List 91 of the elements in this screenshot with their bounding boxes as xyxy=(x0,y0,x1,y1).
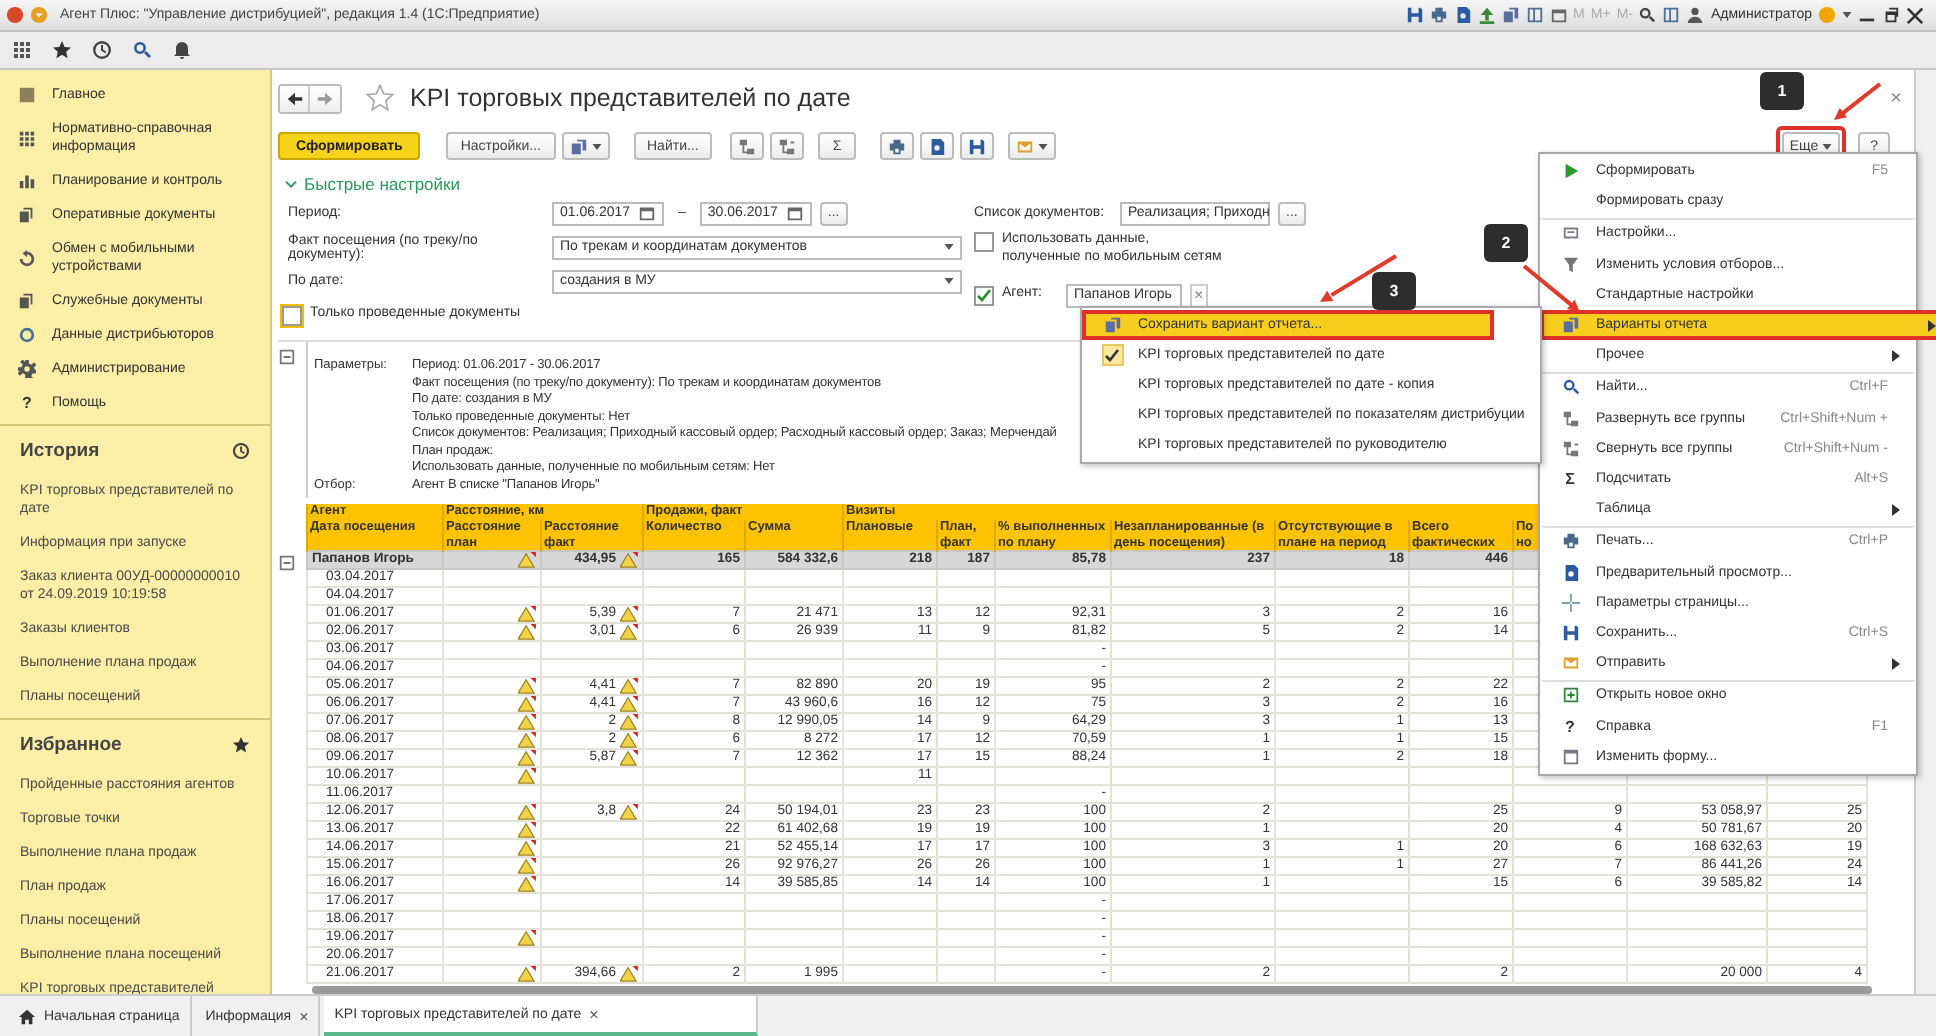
save-icon xyxy=(1561,624,1579,642)
copy-icon xyxy=(1103,316,1121,334)
caret-icon xyxy=(1842,12,1852,18)
print-icon[interactable] xyxy=(1429,6,1448,24)
chevron-icon[interactable] xyxy=(284,179,298,189)
step-badge: 2 xyxy=(1484,224,1528,262)
toolbar-dropdown-button[interactable] xyxy=(561,132,609,160)
annotation-arrow xyxy=(1522,264,1580,312)
star-icon[interactable] xyxy=(366,84,394,112)
preview-icon xyxy=(1561,564,1579,582)
sync-icon xyxy=(18,249,36,267)
section-title: История xyxy=(20,440,100,462)
checkbox[interactable] xyxy=(974,232,994,252)
section-title: Избранное xyxy=(20,734,122,756)
settings-icon xyxy=(1561,224,1579,242)
submenu-arrow-icon xyxy=(1892,349,1900,361)
copy-icon xyxy=(569,137,587,155)
step-badge: 1 xyxy=(1760,72,1804,110)
expand-groups-icon xyxy=(1561,410,1579,428)
checkbox[interactable] xyxy=(282,305,302,325)
collapse-groups-icon xyxy=(1561,440,1579,458)
history-icon[interactable] xyxy=(232,442,250,460)
star-icon[interactable] xyxy=(232,736,250,754)
preview-icon xyxy=(927,137,946,155)
save-icon xyxy=(967,137,986,155)
caret-icon xyxy=(1037,143,1048,149)
filter-icon xyxy=(1561,256,1579,274)
calendar-icon xyxy=(785,204,804,222)
history-icon[interactable] xyxy=(92,40,112,60)
panel-icon[interactable] xyxy=(1662,6,1681,24)
new-window-icon xyxy=(1561,686,1579,704)
play-icon xyxy=(1561,162,1579,180)
toolbar-button[interactable] xyxy=(879,132,914,160)
panel-icon[interactable] xyxy=(1525,6,1544,24)
toolbar-button[interactable] xyxy=(730,132,765,160)
submenu-arrow-icon xyxy=(1928,319,1936,331)
checkbox[interactable] xyxy=(974,285,994,305)
search-icon[interactable] xyxy=(132,40,152,60)
copy-icon xyxy=(1561,316,1579,334)
envelope-icon xyxy=(1015,137,1034,155)
section-title[interactable]: Быстрые настройки xyxy=(304,174,460,194)
submenu-arrow-icon xyxy=(1892,503,1900,515)
close-icon[interactable] xyxy=(1906,6,1924,24)
print-icon xyxy=(1561,532,1579,550)
calendar-icon[interactable] xyxy=(1549,6,1568,24)
calendar-icon xyxy=(638,204,656,222)
copy-icon[interactable] xyxy=(1501,6,1520,24)
upload-icon[interactable] xyxy=(1477,6,1496,24)
annotation-arrow xyxy=(1834,82,1882,120)
back-arrow-icon xyxy=(285,89,303,107)
gear-icon xyxy=(18,360,36,378)
restore-icon[interactable] xyxy=(1882,6,1900,24)
annotation-arrow xyxy=(1320,254,1398,302)
save-icon[interactable] xyxy=(1405,6,1424,24)
zoom-icon[interactable] xyxy=(1638,6,1657,24)
page-setup-icon xyxy=(1561,594,1579,612)
bar-chart-icon xyxy=(18,172,36,190)
app-logo-icon[interactable] xyxy=(6,6,24,24)
page-title: KPI торговых представителей по дате xyxy=(410,84,851,112)
step-badge: 3 xyxy=(1372,272,1416,310)
horizontal-scrollbar[interactable] xyxy=(312,986,1872,994)
star-icon[interactable] xyxy=(52,40,72,60)
forward-arrow-icon xyxy=(316,89,334,107)
grid-icon xyxy=(18,129,36,147)
toolbar-button[interactable] xyxy=(959,132,994,160)
user-icon xyxy=(1686,6,1705,24)
search-icon xyxy=(1561,378,1579,396)
toolbar-button[interactable] xyxy=(919,132,954,160)
square-icon xyxy=(18,86,36,104)
home-icon xyxy=(18,1007,36,1025)
bell-icon[interactable] xyxy=(172,40,192,60)
collapse-groups-icon xyxy=(778,137,797,155)
preview-icon[interactable] xyxy=(1453,6,1472,24)
globe-icon xyxy=(18,326,36,344)
documents-icon xyxy=(18,292,36,310)
envelope-icon xyxy=(1561,654,1579,672)
form-icon xyxy=(1561,748,1579,766)
grid-icon[interactable] xyxy=(12,40,32,60)
submenu-arrow-icon xyxy=(1892,657,1900,669)
help-icon: ? xyxy=(18,394,36,412)
expand-groups-icon xyxy=(738,137,757,155)
back-button[interactable] xyxy=(280,85,310,111)
print-icon xyxy=(887,137,906,155)
documents-icon xyxy=(18,206,36,224)
collapse-toggle-icon[interactable] xyxy=(278,348,296,366)
caret-icon xyxy=(591,143,601,149)
close-button[interactable]: × xyxy=(1890,87,1902,109)
caret-icon xyxy=(944,244,954,250)
collapse-toggle-icon[interactable] xyxy=(278,554,296,572)
toolbar-button[interactable] xyxy=(770,132,805,160)
caret-icon xyxy=(944,278,954,284)
